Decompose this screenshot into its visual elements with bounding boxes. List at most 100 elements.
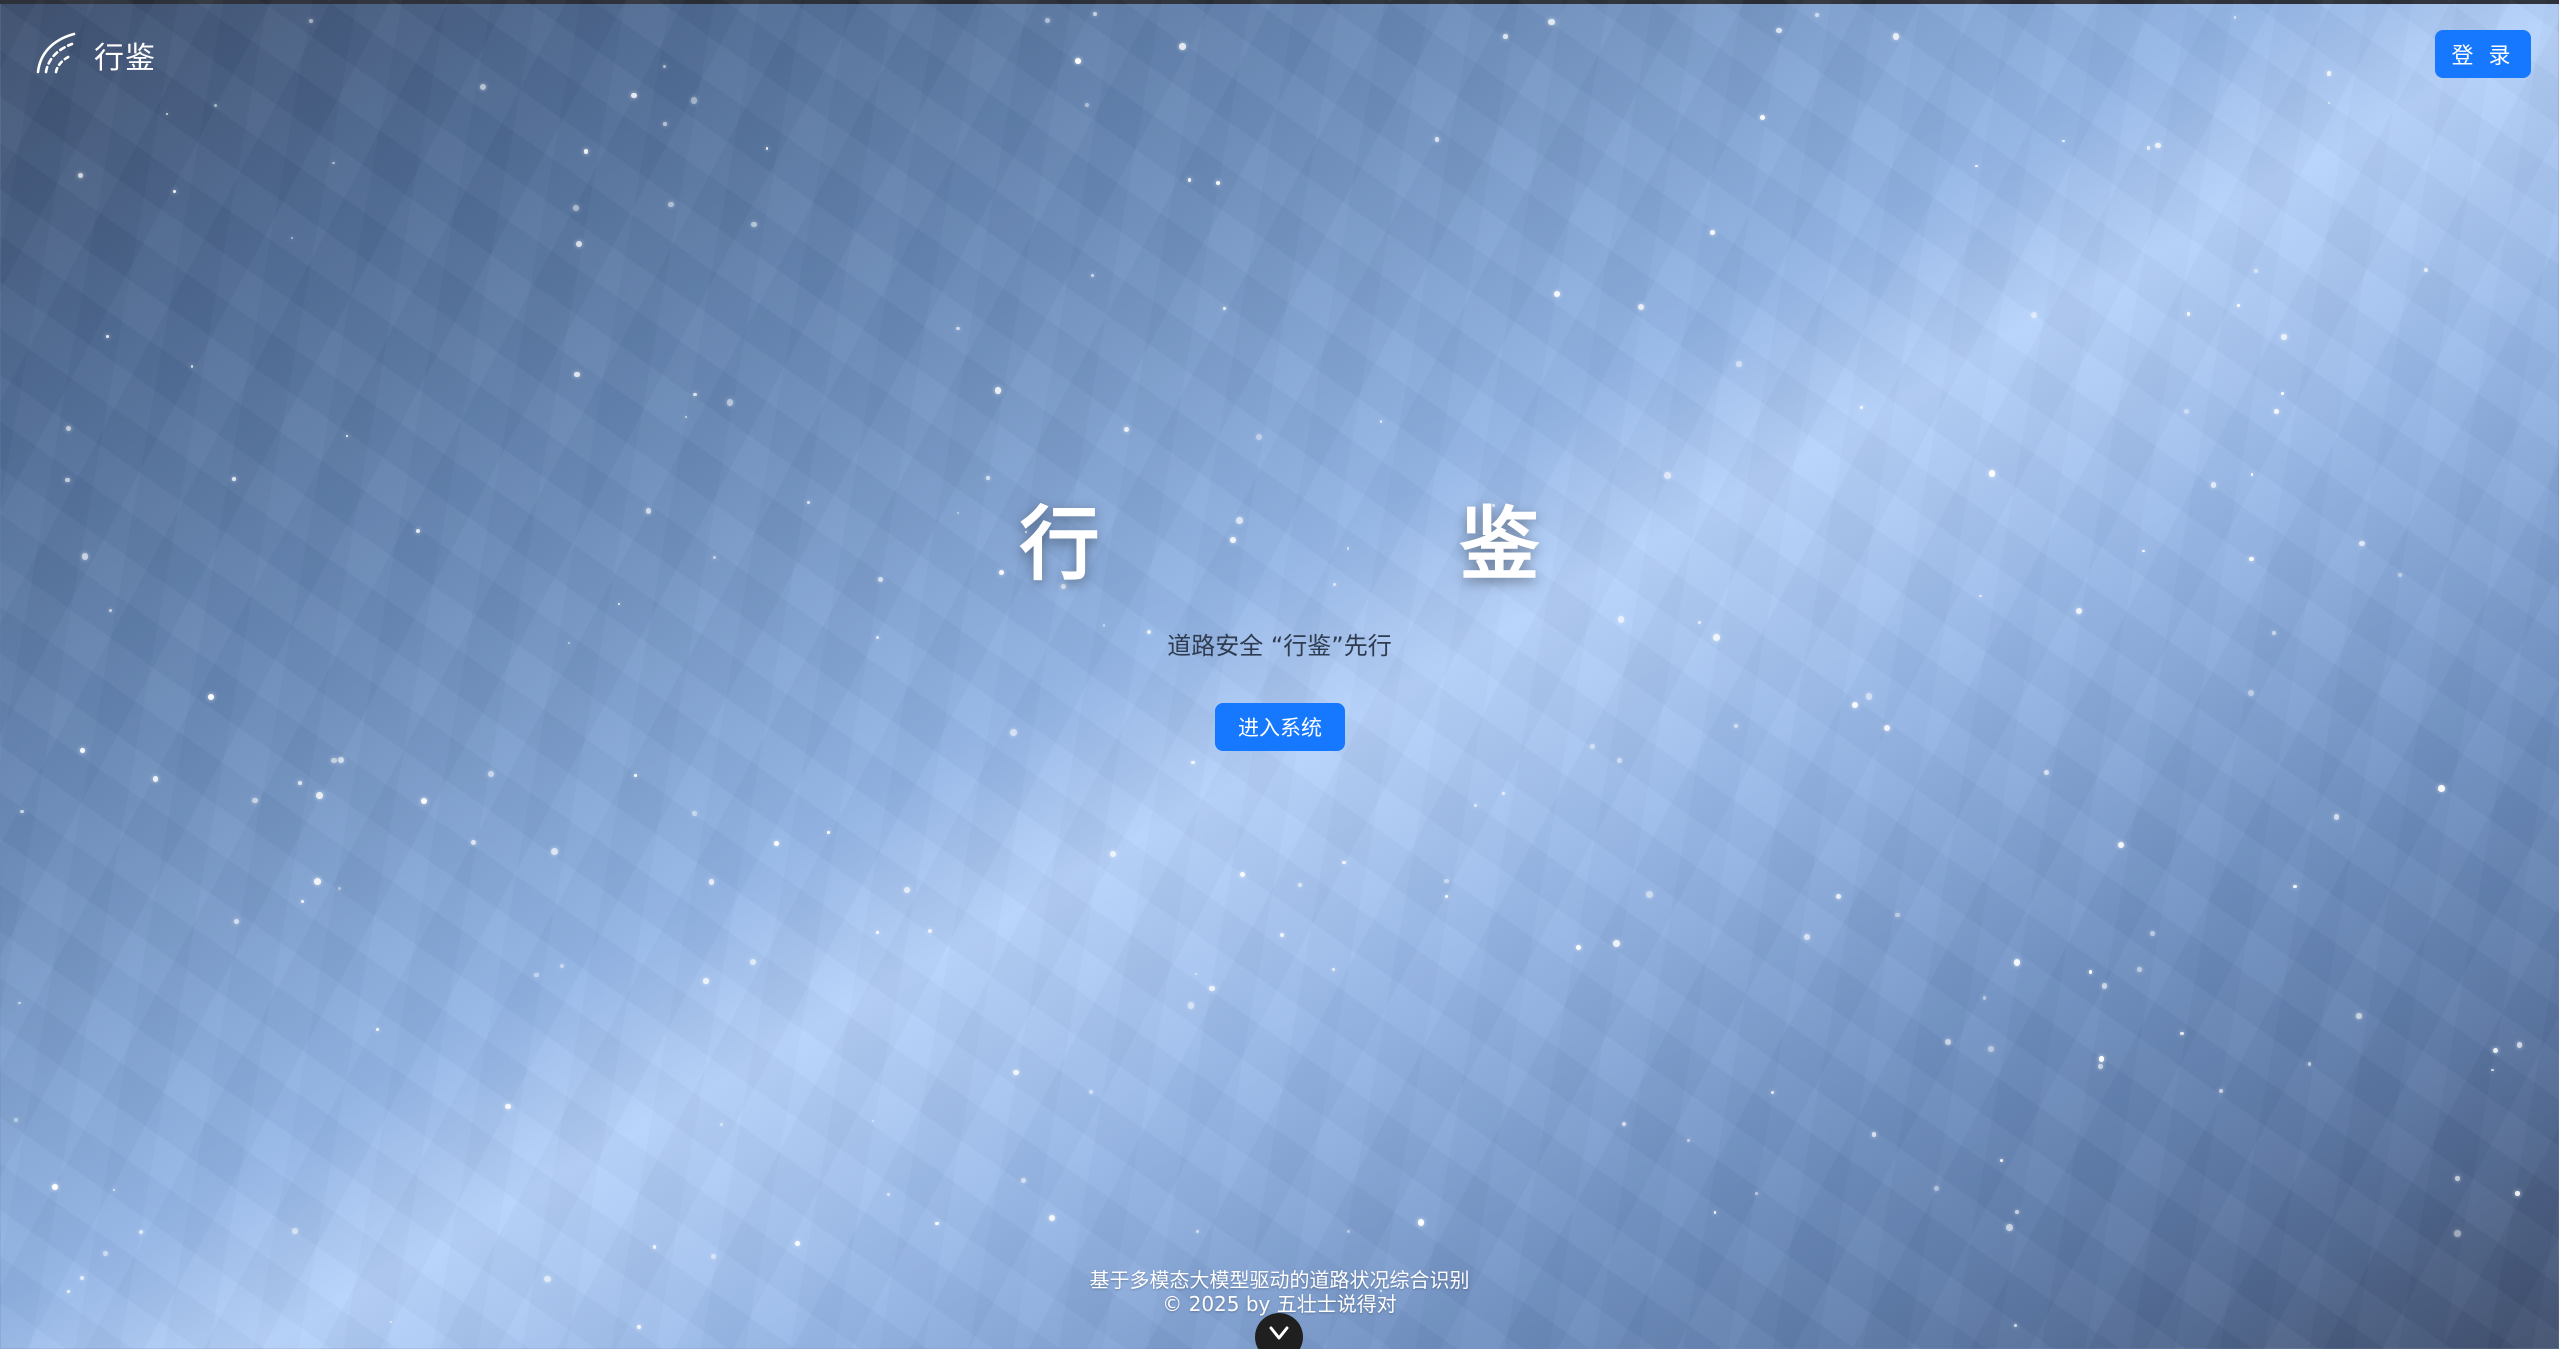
star-dot (928, 928, 933, 934)
road-speed-icon (34, 30, 80, 80)
star-dot (389, 1320, 393, 1324)
star-dot (1194, 972, 1198, 976)
hero-title-right: 鉴 (1459, 498, 1540, 591)
star-dot (2437, 785, 2445, 792)
enter-system-button[interactable]: 进入系统 (1215, 703, 1345, 751)
star-dot (13, 1117, 19, 1123)
hero-title: 行 鉴 (0, 480, 2559, 596)
star-dot (2493, 1047, 2499, 1053)
star-dot (663, 122, 667, 126)
star-dot (572, 205, 579, 211)
star-dot (1445, 895, 1449, 899)
star-dot (308, 18, 314, 24)
star-dot (1444, 878, 1449, 884)
star-dot (1553, 290, 1561, 297)
star-dot (1331, 967, 1336, 971)
star-dot (653, 1245, 657, 1249)
star-dot (1617, 615, 1625, 623)
star-dot (631, 92, 637, 98)
star-dot (1418, 1219, 1425, 1226)
star-dot (1187, 1002, 1195, 1010)
star-dot (876, 931, 880, 935)
star-dot (1590, 744, 1595, 750)
star-dot (1859, 405, 1863, 409)
star-dot (1215, 180, 1221, 186)
star-dot (505, 1103, 511, 1110)
star-dot (2062, 139, 2065, 143)
star-dot (2455, 1175, 2460, 1181)
star-dot (887, 1192, 891, 1196)
star-dot (2356, 1013, 2362, 1019)
star-dot (2155, 142, 2161, 149)
star-dot (1776, 27, 1782, 33)
star-dot (166, 112, 169, 115)
star-dot (108, 609, 112, 613)
star-dot (684, 415, 687, 418)
star-dot (1736, 361, 1742, 367)
star-dot (1045, 17, 1051, 23)
star-dot (1883, 724, 1891, 732)
star-dot (662, 64, 667, 69)
star-dot (668, 201, 674, 207)
star-dot (1013, 1070, 1019, 1076)
star-dot (1501, 791, 1506, 796)
star-dot (207, 693, 215, 701)
star-dot (1048, 1214, 1055, 1221)
star-dot (2516, 1042, 2523, 1048)
star-dot (2137, 967, 2142, 972)
star-dot (106, 335, 110, 339)
star-dot (1975, 164, 1978, 167)
star-dot (534, 972, 539, 978)
star-dot (1892, 33, 1900, 40)
star-dot (1895, 912, 1900, 917)
star-dot (726, 399, 734, 406)
star-dot (190, 364, 194, 368)
star-dot (2334, 814, 2340, 820)
star-dot (375, 1028, 379, 1032)
star-dot (633, 773, 637, 778)
star-dot (80, 748, 86, 753)
star-dot (2253, 268, 2259, 274)
star-dot (1084, 102, 1089, 107)
star-dot (2423, 268, 2429, 273)
star-dot (332, 161, 335, 165)
star-dot (2013, 959, 2021, 967)
star-dot (346, 434, 349, 438)
star-dot (2233, 16, 2236, 19)
star-dot (103, 1251, 109, 1257)
star-dot (470, 839, 476, 845)
footer-description: 基于多模态大模型驱动的道路状况综合识别 (1089, 1268, 1470, 1292)
star-dot (637, 1324, 642, 1329)
star-dot (583, 148, 589, 154)
star-dot (2218, 1089, 2223, 1094)
star-dot (214, 103, 218, 107)
star-dot (1686, 1139, 1690, 1143)
star-dot (337, 886, 341, 891)
star-dot (1983, 996, 1987, 1000)
star-dot (152, 776, 159, 782)
star-dot (794, 1240, 800, 1246)
star-dot (2101, 983, 2108, 989)
star-dot (1760, 114, 1766, 120)
star-dot (1020, 1177, 1026, 1183)
background-texture (0, 0, 2559, 1349)
star-dot (2281, 334, 2287, 340)
star-dot (1944, 1038, 1952, 1046)
star-dot (703, 978, 709, 984)
login-button[interactable]: 登 录 (2435, 30, 2531, 78)
star-dot (291, 1227, 298, 1235)
logo[interactable]: 行鉴 (34, 30, 156, 80)
star-dot (1434, 137, 1440, 142)
star-dot (1698, 621, 1702, 625)
star-dot (1814, 12, 1820, 18)
star-dot (774, 841, 780, 847)
scroll-down-button[interactable] (1255, 1313, 1303, 1349)
star-dot (2515, 1191, 2520, 1196)
star-dot (337, 757, 344, 764)
star-dot (138, 1230, 144, 1235)
star-dot (1664, 472, 1671, 479)
star-dot (252, 797, 259, 804)
star-dot (1074, 58, 1081, 64)
star-dot (708, 878, 715, 885)
star-dot (1865, 693, 1873, 700)
